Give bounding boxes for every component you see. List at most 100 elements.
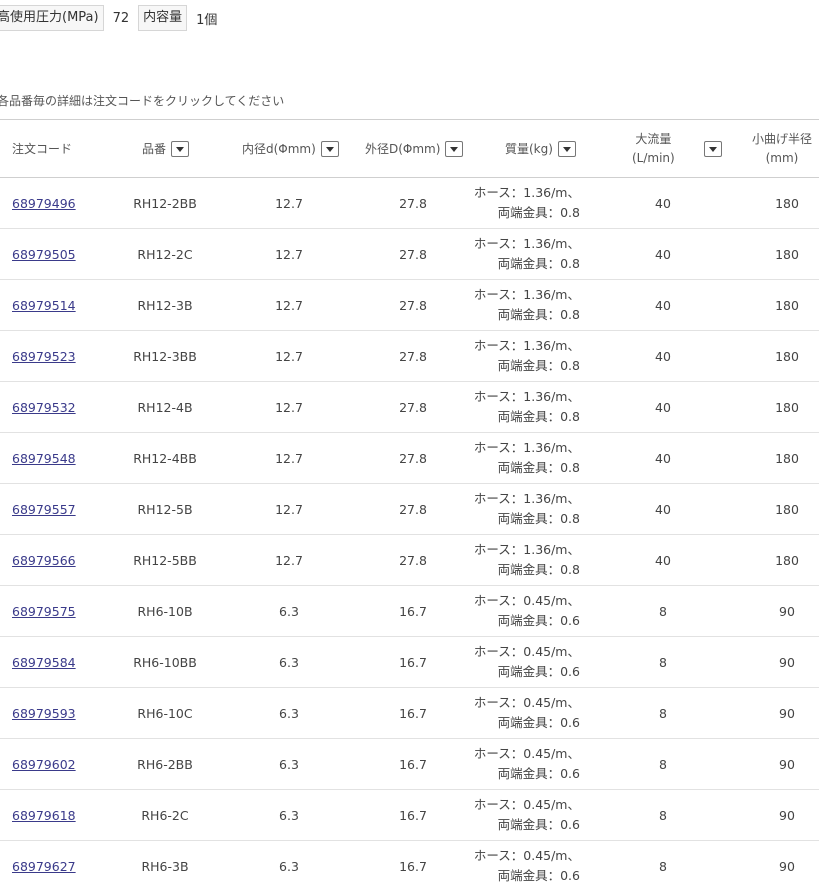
order-code-link[interactable]: 68979548 <box>12 451 76 466</box>
mass-fittings: 両端金具：0.8 <box>497 460 580 475</box>
inner-diameter-cell: 12.7 <box>244 229 334 279</box>
outer-diameter: 27.8 <box>399 348 427 364</box>
order-code-cell: 68979505 <box>12 229 76 279</box>
mass-cell: ホース：1.36/m、 両端金具：0.8 <box>470 331 580 381</box>
sort-dropdown-icon[interactable] <box>171 140 190 157</box>
spec-label-pressure: 高使用圧力(MPa) <box>0 5 104 31</box>
part-number: RH6-10BB <box>133 654 197 670</box>
sort-dropdown-icon[interactable] <box>445 140 464 157</box>
header-order-code: 注文コード <box>12 120 72 177</box>
part-number-cell: RH12-5B <box>110 484 220 534</box>
spec-summary: 高使用圧力(MPa) 72 内容量 1個 <box>0 5 226 31</box>
mass-hose: ホース：1.36/m、 <box>473 338 580 353</box>
part-number-cell: RH6-10C <box>110 688 220 738</box>
sort-dropdown-icon[interactable] <box>320 140 339 157</box>
mass-value: ホース：1.36/m、 両端金具：0.8 <box>474 387 580 427</box>
flow-rate-cell: 40 <box>618 178 708 228</box>
flow-rate-cell: 40 <box>618 484 708 534</box>
mass-hose: ホース：1.36/m、 <box>473 236 580 251</box>
order-code-cell: 68979575 <box>12 586 76 636</box>
order-code-link[interactable]: 68979584 <box>12 655 76 670</box>
table-row: 68979593 RH6-10C 6.3 16.7 ホース：0.45/m、 両端金具：0.… <box>0 688 819 739</box>
order-code-cell: 68979602 <box>12 739 76 789</box>
part-number-cell: RH6-10B <box>110 586 220 636</box>
flow-rate-cell: 8 <box>618 688 708 738</box>
part-number-cell: RH6-10BB <box>110 637 220 687</box>
order-code-link[interactable]: 68979557 <box>12 502 76 517</box>
mass-value: ホース：0.45/m、 両端金具：0.6 <box>474 693 580 733</box>
inner-diameter: 12.7 <box>275 246 303 262</box>
order-code-link[interactable]: 68979505 <box>12 247 76 262</box>
flow-rate-cell: 40 <box>618 229 708 279</box>
header-outer-diameter-label: 外径D(Φmm) <box>365 142 441 156</box>
inner-diameter: 12.7 <box>275 552 303 568</box>
mass-fittings: 両端金具：0.6 <box>497 664 580 679</box>
inner-diameter: 12.7 <box>275 348 303 364</box>
mass-hose: ホース：0.45/m、 <box>473 695 580 710</box>
outer-diameter-cell: 27.8 <box>368 331 458 381</box>
flow-rate-cell: 40 <box>618 433 708 483</box>
sort-dropdown-icon[interactable] <box>704 140 722 157</box>
mass-value: ホース：1.36/m、 両端金具：0.8 <box>474 183 580 223</box>
inner-diameter-cell: 6.3 <box>244 586 334 636</box>
bend-radius-cell: 180 <box>742 178 819 228</box>
sort-dropdown-icon[interactable] <box>557 140 576 157</box>
inner-diameter: 12.7 <box>275 195 303 211</box>
bend-radius: 90 <box>779 756 795 772</box>
table-row: 68979584 RH6-10BB 6.3 16.7 ホース：0.45/m、 両端金具：0… <box>0 637 819 688</box>
mass-hose: ホース：1.36/m、 <box>473 491 580 506</box>
mass-hose: ホース：0.45/m、 <box>473 746 580 761</box>
flow-rate: 8 <box>659 654 667 670</box>
part-number: RH6-2C <box>141 807 189 823</box>
order-code-cell: 68979514 <box>12 280 76 330</box>
flow-rate: 40 <box>655 195 671 211</box>
order-code-link[interactable]: 68979593 <box>12 706 76 721</box>
inner-diameter-cell: 6.3 <box>244 688 334 738</box>
part-number: RH12-4BB <box>133 450 197 466</box>
part-number: RH6-10B <box>137 603 193 619</box>
mass-cell: ホース：0.45/m、 両端金具：0.6 <box>470 739 580 789</box>
mass-value: ホース：1.36/m、両端金具：0.8 <box>474 234 580 274</box>
mass-cell: ホース：0.45/m、 両端金具：0.6 <box>470 637 580 687</box>
order-code-link[interactable]: 68979618 <box>12 808 76 823</box>
header-part-number: 品番 <box>142 120 190 177</box>
outer-diameter: 16.7 <box>399 858 427 874</box>
flow-rate-cell: 8 <box>618 739 708 789</box>
order-code-link[interactable]: 68979496 <box>12 196 76 211</box>
header-bend-radius-line2: (mm) <box>765 150 799 165</box>
mass-cell: ホース：0.45/m、 両端金具：0.6 <box>470 790 580 840</box>
outer-diameter: 16.7 <box>399 807 427 823</box>
outer-diameter-cell: 16.7 <box>368 586 458 636</box>
bend-radius-cell: 90 <box>742 688 819 738</box>
order-code-link[interactable]: 68979532 <box>12 400 76 415</box>
mass-hose: ホース：1.36/m、 <box>473 287 580 302</box>
order-code-link[interactable]: 68979602 <box>12 757 76 772</box>
table-row: 68979532 RH12-4B 12.7 27.8 ホース：1.36/m、 両端金具：0… <box>0 382 819 433</box>
part-number-cell: RH12-3B <box>110 280 220 330</box>
order-code-link[interactable]: 68979627 <box>12 859 76 874</box>
mass-cell: ホース：1.36/m、両端金具：0.8 <box>470 229 580 279</box>
table-row: 68979566 RH12-5BB 12.7 27.8 ホース：1.36/m、 両端金具：… <box>0 535 819 586</box>
table-row: 68979514 RH12-3B 12.7 27.8 ホース：1.36/m、 両端金具：0… <box>0 280 819 331</box>
mass-fittings: 両端金具：0.8 <box>497 256 580 271</box>
order-code-link[interactable]: 68979523 <box>12 349 76 364</box>
part-number-cell: RH12-2C <box>110 229 220 279</box>
order-code-link[interactable]: 68979514 <box>12 298 76 313</box>
order-code-link[interactable]: 68979566 <box>12 553 76 568</box>
part-number: RH12-5B <box>137 501 193 517</box>
mass-fittings: 両端金具：0.8 <box>497 409 580 424</box>
outer-diameter: 27.8 <box>399 399 427 415</box>
order-code-cell: 68979618 <box>12 790 76 840</box>
part-number-cell: RH6-3B <box>110 841 220 885</box>
part-number-cell: RH12-5BB <box>110 535 220 585</box>
inner-diameter-cell: 6.3 <box>244 637 334 687</box>
inner-diameter-cell: 12.7 <box>244 382 334 432</box>
bend-radius-cell: 90 <box>742 790 819 840</box>
inner-diameter: 12.7 <box>275 297 303 313</box>
table-row: 68979496 RH12-2BB 12.7 27.8 ホース：1.36/m、 両端金具：… <box>0 178 819 229</box>
bend-radius-cell: 90 <box>742 586 819 636</box>
header-order-code-label: 注文コード <box>12 142 73 156</box>
order-code-link[interactable]: 68979575 <box>12 604 76 619</box>
flow-rate: 8 <box>659 807 667 823</box>
inner-diameter-cell: 12.7 <box>244 433 334 483</box>
